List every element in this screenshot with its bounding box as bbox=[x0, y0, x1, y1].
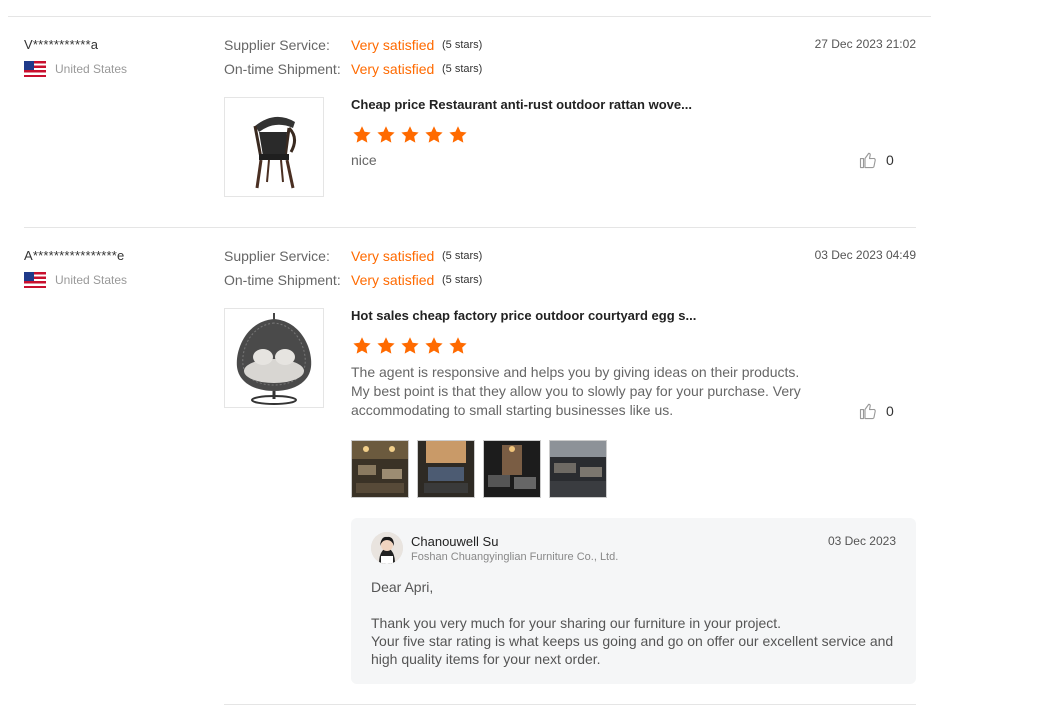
reviewer-country: United States bbox=[24, 272, 127, 288]
like-button[interactable]: 0 bbox=[859, 402, 894, 420]
product-thumbnail[interactable] bbox=[224, 308, 324, 408]
like-button[interactable]: 0 bbox=[859, 151, 894, 169]
star-icon bbox=[449, 337, 467, 354]
supplier-service-label: Supplier Service: bbox=[224, 37, 330, 53]
shipment-stars: (5 stars) bbox=[442, 63, 483, 75]
shipment-stars: (5 stars) bbox=[442, 274, 483, 286]
shipment-value: Very satisfied bbox=[351, 61, 435, 77]
bottom-divider bbox=[224, 704, 916, 705]
supplier-service-value: Very satisfied bbox=[351, 248, 435, 264]
egg-chair-image bbox=[236, 313, 312, 405]
star-icon bbox=[353, 337, 371, 354]
product-title-link[interactable]: Hot sales cheap factory price outdoor co… bbox=[351, 308, 696, 323]
star-icon bbox=[353, 126, 371, 143]
review-item: A****************e United States Supplie… bbox=[24, 239, 916, 704]
product-title-link[interactable]: Cheap price Restaurant anti-rust outdoor… bbox=[351, 97, 692, 112]
supplier-service-value: Very satisfied bbox=[351, 37, 435, 53]
review-photo[interactable] bbox=[351, 440, 409, 498]
review-item: V***********a United States Supplier Ser… bbox=[24, 28, 916, 228]
reply-author-name: Chanouwell Su bbox=[411, 534, 499, 549]
shipment-label: On-time Shipment: bbox=[224, 272, 341, 288]
supplier-service-stars: (5 stars) bbox=[442, 39, 483, 51]
review-photos bbox=[351, 440, 607, 498]
supplier-service-label: Supplier Service: bbox=[224, 248, 330, 264]
shipment-value: Very satisfied bbox=[351, 272, 435, 288]
star-icon bbox=[425, 337, 443, 354]
reply-date: 03 Dec 2023 bbox=[827, 534, 896, 548]
review-date: 27 Dec 2023 21:02 bbox=[814, 37, 916, 51]
reviewer-name: V***********a bbox=[24, 37, 99, 52]
supplier-reply: Chanouwell Su Foshan Chuangyinglian Furn… bbox=[351, 518, 916, 684]
thumbs-up-icon bbox=[859, 152, 876, 169]
star-icon bbox=[401, 126, 419, 143]
chair-image bbox=[253, 116, 296, 189]
supplier-service-stars: (5 stars) bbox=[442, 250, 483, 262]
star-icon bbox=[377, 126, 395, 143]
review-text: The agent is responsive and helps you by… bbox=[351, 364, 801, 418]
thumbs-up-icon bbox=[859, 403, 876, 420]
reply-company: Foshan Chuangyinglian Furniture Co., Ltd… bbox=[411, 551, 619, 563]
avatar bbox=[371, 532, 403, 564]
shipment-label: On-time Shipment: bbox=[224, 61, 341, 77]
star-rating bbox=[351, 125, 469, 145]
star-icon bbox=[425, 126, 443, 143]
us-flag-icon bbox=[24, 61, 46, 77]
review-date: 03 Dec 2023 04:49 bbox=[814, 248, 916, 262]
review-text: nice bbox=[351, 152, 377, 168]
star-icon bbox=[401, 337, 419, 354]
star-icon bbox=[377, 337, 395, 354]
product-thumbnail[interactable] bbox=[224, 97, 324, 197]
like-count: 0 bbox=[886, 403, 894, 419]
review-photo[interactable] bbox=[549, 440, 607, 498]
star-icon bbox=[449, 126, 467, 143]
star-rating bbox=[351, 336, 469, 356]
review-photo[interactable] bbox=[417, 440, 475, 498]
reply-body: Dear Apri, Thank you very much for your … bbox=[371, 579, 894, 667]
country-label: United States bbox=[55, 273, 128, 287]
top-divider bbox=[8, 16, 931, 17]
review-photo[interactable] bbox=[483, 440, 541, 498]
reviewer-country: United States bbox=[24, 61, 127, 77]
us-flag-icon bbox=[24, 272, 46, 288]
reviewer-name: A****************e bbox=[24, 248, 125, 263]
like-count: 0 bbox=[886, 152, 894, 168]
country-label: United States bbox=[55, 62, 128, 76]
